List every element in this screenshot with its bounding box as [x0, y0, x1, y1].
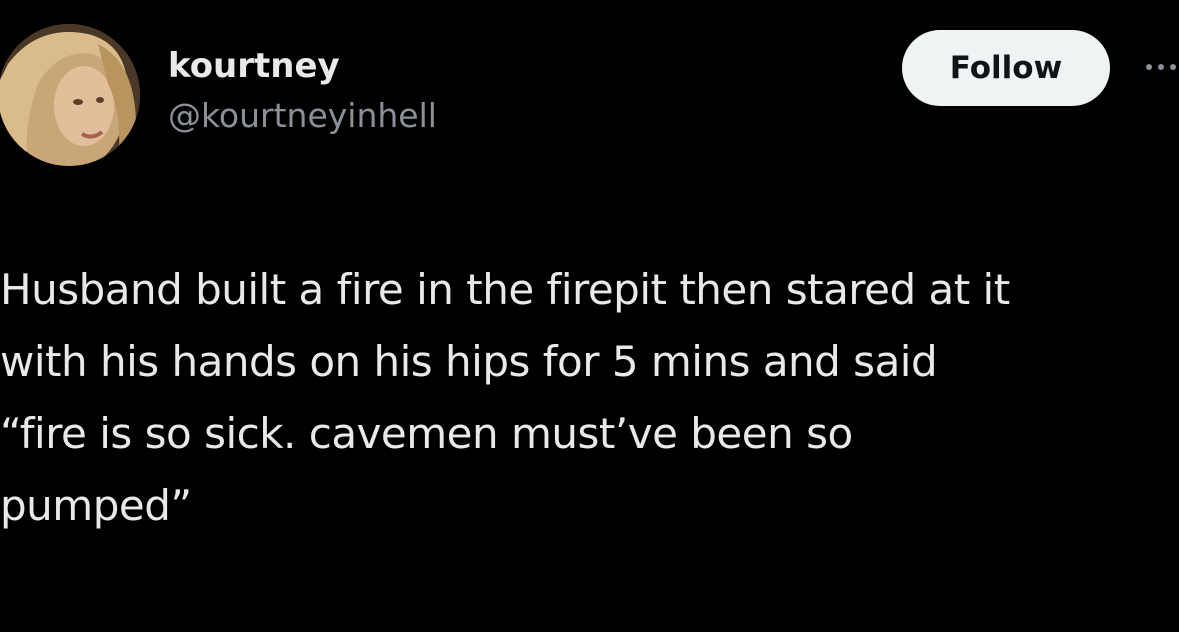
tweet-text-line: with his hands on his hips for 5 mins an…	[0, 337, 938, 386]
follow-button[interactable]: Follow	[902, 30, 1110, 106]
avatar[interactable]	[0, 24, 140, 166]
display-name[interactable]: kourtney	[168, 44, 437, 88]
tweet-text: Husband built a fire in the firepit then…	[0, 254, 1179, 542]
profile-photo-icon	[0, 24, 140, 166]
user-handle[interactable]: @kourtneyinhell	[168, 94, 437, 138]
tweet-text-line: pumped”	[0, 481, 192, 530]
author-names: kourtney @kourtneyinhell	[168, 44, 437, 138]
tweet-text-line: “fire is so sick. cavemen must’ve been s…	[0, 409, 853, 458]
tweet-header: kourtney @kourtneyinhell Follow	[0, 0, 1179, 180]
tweet-card: kourtney @kourtneyinhell Follow Husband …	[0, 0, 1179, 632]
more-options-icon[interactable]	[1140, 58, 1179, 78]
tweet-text-line: Husband built a fire in the firepit then…	[0, 265, 1010, 314]
